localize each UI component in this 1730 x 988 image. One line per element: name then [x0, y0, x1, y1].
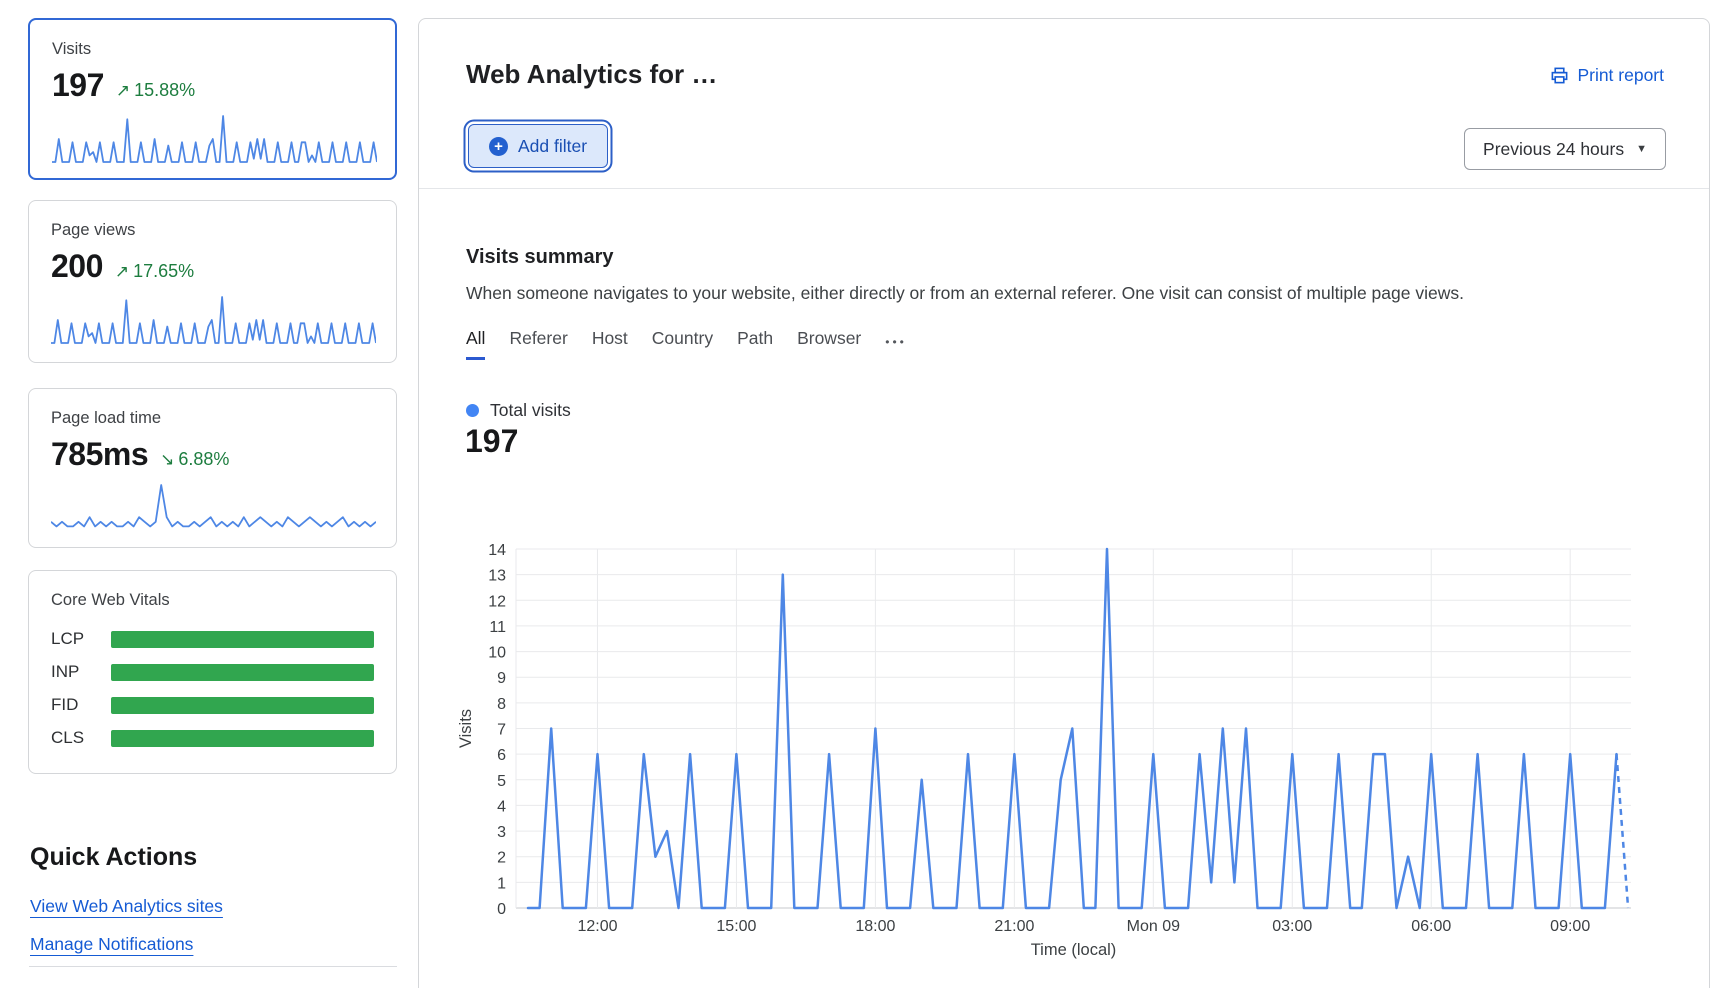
x-tick-label: 12:00 — [577, 918, 617, 935]
core-web-vitals-card: Core Web Vitals LCP INP FID CLS — [28, 570, 397, 774]
y-axis-title: Visits — [457, 709, 475, 748]
stat-card-value: 200 — [51, 248, 103, 285]
time-range-dropdown[interactable]: Previous 24 hours ▼ — [1464, 128, 1666, 170]
page-title: Web Analytics for … — [466, 59, 717, 90]
time-range-label: Previous 24 hours — [1483, 139, 1624, 160]
trend-percent: 15.88% — [134, 80, 195, 100]
x-tick-label: 21:00 — [994, 918, 1034, 935]
tab-country[interactable]: Country — [652, 328, 713, 360]
tab-all[interactable]: All — [466, 328, 485, 360]
vitals-bar-good — [111, 730, 374, 747]
stat-card-label: Page load time — [51, 409, 374, 428]
vitals-row-lcp: LCP — [51, 630, 374, 648]
y-tick-label: 11 — [489, 619, 506, 636]
x-tick-label: 06:00 — [1411, 918, 1451, 935]
stat-card-value-row: 785ms ↘6.88% — [51, 436, 374, 473]
core-web-vitals-title: Core Web Vitals — [51, 591, 374, 610]
summary-tabs: All Referer Host Country Path Browser ••… — [466, 328, 907, 360]
legend-label: Total visits — [490, 400, 571, 421]
tab-path[interactable]: Path — [737, 328, 773, 360]
vitals-label: FID — [51, 695, 111, 715]
vitals-bar-good — [111, 697, 374, 714]
main-card: Web Analytics for … Print report + Add f… — [418, 18, 1710, 988]
vitals-row-cls: CLS — [51, 729, 374, 747]
link-view-web-analytics-sites[interactable]: View Web Analytics sites — [30, 896, 223, 917]
trend-up-icon: ↗ — [116, 81, 130, 100]
page-load-sparkline — [51, 479, 376, 535]
visits-summary-title: Visits summary — [466, 246, 614, 269]
visits-summary-description: When someone navigates to your website, … — [466, 283, 1464, 304]
stat-card-trend: ↘6.88% — [160, 449, 229, 470]
legend-total-visits[interactable]: Total visits — [466, 400, 571, 421]
x-tick-label: Mon 09 — [1127, 918, 1180, 935]
visits-line-chart: 0123456789101112131412:0015:0018:0021:00… — [441, 531, 1691, 971]
sidebar-divider — [29, 966, 397, 967]
trend-up-icon: ↗ — [115, 262, 129, 281]
print-report-link[interactable]: Print report — [1550, 65, 1664, 86]
y-tick-label: 5 — [497, 773, 506, 790]
plus-circle-icon: + — [489, 137, 508, 156]
y-tick-label: 14 — [488, 542, 506, 559]
x-axis-title: Time (local) — [1031, 941, 1117, 959]
y-tick-label: 4 — [497, 798, 506, 815]
chevron-down-icon: ▼ — [1636, 143, 1647, 155]
y-tick-label: 12 — [488, 593, 506, 610]
visits-sparkline — [52, 110, 377, 166]
vitals-row-inp: INP — [51, 663, 374, 681]
x-tick-label: 09:00 — [1550, 918, 1590, 935]
y-tick-label: 13 — [488, 568, 506, 585]
vitals-label: LCP — [51, 629, 111, 649]
vitals-row-fid: FID — [51, 696, 374, 714]
header-divider — [419, 188, 1709, 189]
stat-card-page-load-time[interactable]: Page load time 785ms ↘6.88% — [28, 388, 397, 548]
page-views-sparkline — [51, 291, 376, 347]
stat-card-value-row: 197 ↗15.88% — [52, 67, 373, 104]
sparkline-path — [51, 297, 376, 343]
y-tick-label: 6 — [497, 747, 506, 764]
trend-percent: 6.88% — [178, 449, 229, 469]
y-tick-label: 1 — [497, 875, 506, 892]
sparkline-path — [51, 485, 376, 526]
y-tick-label: 10 — [488, 645, 506, 662]
vitals-bar-good — [111, 664, 374, 681]
y-tick-label: 8 — [497, 696, 506, 713]
tab-more-ellipsis-icon[interactable]: ••• — [885, 335, 907, 353]
stat-card-page-views[interactable]: Page views 200 ↗17.65% — [28, 200, 397, 363]
tab-browser[interactable]: Browser — [797, 328, 861, 360]
stat-card-label: Page views — [51, 221, 374, 240]
stat-card-value: 197 — [52, 67, 104, 104]
printer-icon — [1550, 66, 1569, 85]
link-manage-notifications[interactable]: Manage Notifications — [30, 934, 193, 955]
web-analytics-page: Visits 197 ↗15.88% Page views 200 ↗17.65… — [0, 0, 1730, 988]
tab-referer[interactable]: Referer — [509, 328, 567, 360]
trend-down-icon: ↘ — [160, 450, 174, 469]
add-filter-button[interactable]: + Add filter — [468, 124, 608, 168]
stat-card-value: 785ms — [51, 436, 148, 473]
quick-actions-title: Quick Actions — [30, 843, 197, 872]
y-tick-label: 2 — [497, 850, 506, 867]
x-tick-label: 03:00 — [1272, 918, 1312, 935]
y-tick-label: 3 — [497, 824, 506, 841]
core-web-vitals-rows: LCP INP FID CLS — [51, 630, 374, 747]
vitals-label: INP — [51, 662, 111, 682]
vitals-label: CLS — [51, 728, 111, 748]
stat-card-trend: ↗15.88% — [116, 80, 195, 101]
y-tick-label: 0 — [497, 901, 506, 918]
vitals-bar-good — [111, 631, 374, 648]
stat-card-value-row: 200 ↗17.65% — [51, 248, 374, 285]
x-tick-label: 15:00 — [716, 918, 756, 935]
trend-percent: 17.65% — [133, 261, 194, 281]
tab-host[interactable]: Host — [592, 328, 628, 360]
print-report-label: Print report — [1577, 65, 1664, 86]
legend-dot-icon — [466, 404, 479, 417]
stat-card-visits[interactable]: Visits 197 ↗15.88% — [28, 18, 397, 180]
stat-card-trend: ↗17.65% — [115, 261, 194, 282]
y-tick-label: 7 — [497, 722, 506, 739]
y-tick-label: 9 — [497, 670, 506, 687]
x-tick-label: 18:00 — [855, 918, 895, 935]
sparkline-path — [52, 116, 377, 162]
stat-card-label: Visits — [52, 40, 373, 59]
total-visits-count: 197 — [465, 423, 518, 460]
add-filter-label: Add filter — [518, 136, 587, 157]
